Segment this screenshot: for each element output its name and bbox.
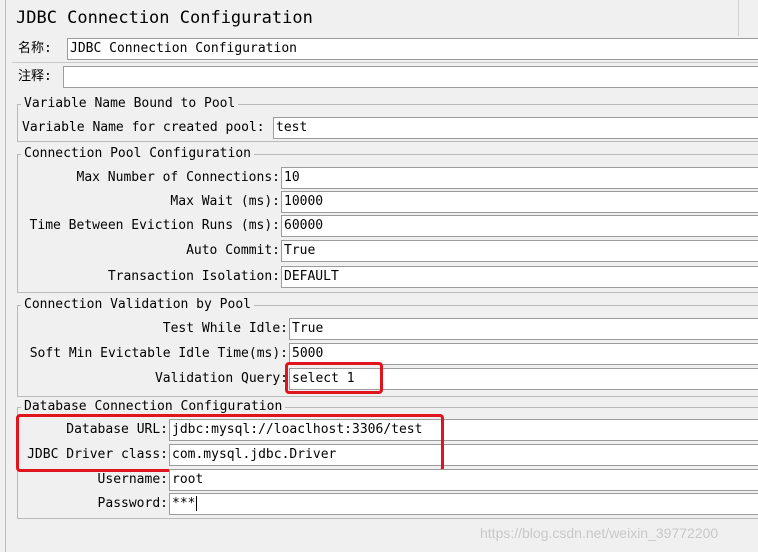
watermark: https://blog.csdn.net/weixin_39772200	[480, 525, 719, 541]
database-url-driver-highlight	[16, 414, 444, 472]
test-while-idle-field[interactable]: True	[289, 318, 758, 340]
password-value: ***	[172, 496, 196, 511]
comment-label: 注释:	[18, 69, 52, 84]
username-field[interactable]: root	[169, 469, 758, 491]
password-label: Password:	[97, 496, 168, 511]
validation-query-label: Validation Query:	[154, 371, 288, 386]
connection-pool-legend: Connection Pool Configuration	[21, 146, 254, 162]
pool-variable-field[interactable]: test	[273, 117, 758, 139]
max-connections-label: Max Number of Connections:	[76, 170, 281, 185]
page-title: JDBC Connection Configuration	[16, 8, 313, 28]
max-connections-field[interactable]: 10	[281, 167, 758, 189]
left-border	[5, 0, 6, 552]
transaction-isolation-field[interactable]: DEFAULT	[281, 266, 758, 288]
name-label: 名称:	[18, 41, 52, 56]
auto-commit-label: Auto Commit:	[186, 243, 280, 258]
validation-query-highlight	[285, 362, 383, 394]
soft-min-idle-label: Soft Min Evictable Idle Time(ms):	[29, 346, 288, 361]
separator	[12, 62, 758, 63]
transaction-isolation-label: Transaction Isolation:	[107, 269, 280, 284]
text-caret	[196, 496, 198, 511]
comment-field[interactable]	[63, 66, 758, 88]
validation-legend: Connection Validation by Pool	[21, 297, 254, 313]
max-wait-label: Max Wait (ms):	[170, 194, 280, 209]
variable-name-legend: Variable Name Bound to Pool	[21, 96, 239, 112]
test-while-idle-label: Test While Idle:	[162, 321, 288, 336]
eviction-runs-label: Time Between Eviction Runs (ms):	[29, 218, 280, 233]
password-field[interactable]: ***	[169, 493, 758, 515]
database-legend: Database Connection Configuration	[21, 399, 286, 415]
right-divider	[738, 0, 739, 36]
pool-variable-label: Variable Name for created pool:	[22, 120, 265, 135]
max-wait-field[interactable]: 10000	[281, 191, 758, 213]
eviction-runs-field[interactable]: 60000	[281, 215, 758, 237]
name-field[interactable]: JDBC Connection Configuration	[67, 38, 758, 60]
username-label: Username:	[97, 472, 168, 487]
auto-commit-field[interactable]: True	[281, 240, 758, 262]
